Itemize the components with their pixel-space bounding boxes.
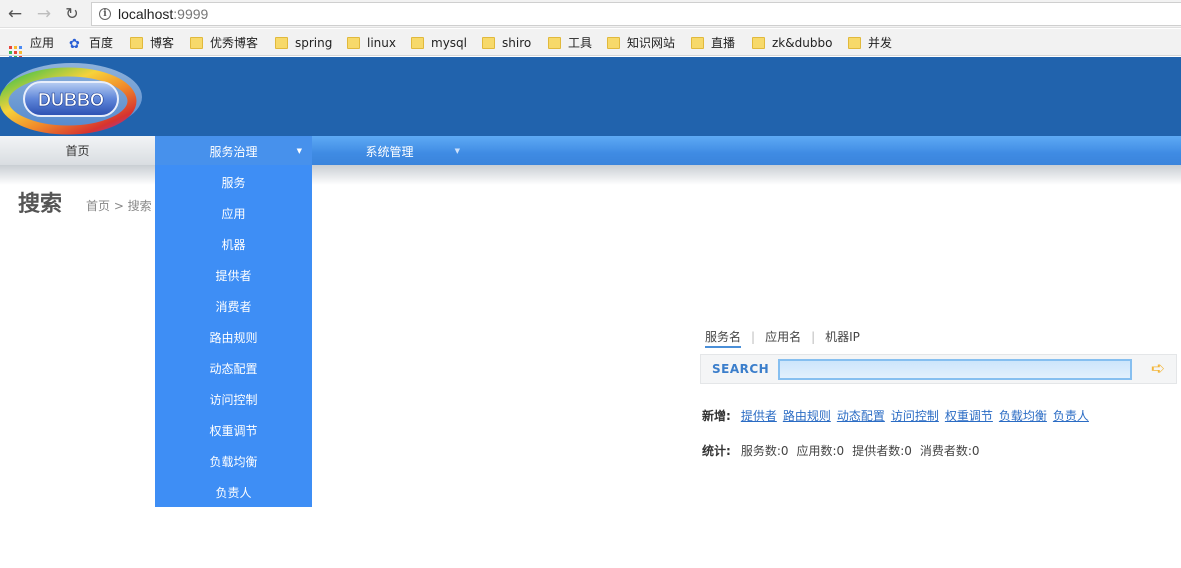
stats-row: 统计: 服务数:0 应用数:0 提供者数:0 消费者数:0 [702,442,988,459]
page-title: 搜索 [18,192,63,217]
service-governance-dropdown: 服务 应用 机器 提供者 消费者 路由规则 动态配置 访问控制 权重调节 负载均… [155,165,312,507]
bookmark-folder[interactable]: zk&dubbo [752,35,832,51]
back-arrow-icon[interactable]: ← [4,3,26,25]
caret-down-icon: ▼ [296,147,302,155]
bookmark-folder[interactable]: 优秀博客 [190,35,258,51]
stat-service-count: 服务数:0 [740,444,789,458]
baidu-paw-icon: ✿ [69,37,80,52]
folder-icon [482,37,495,49]
search-box: SEARCH ➪ [700,354,1177,384]
url-host: localhost [118,6,174,22]
bookmark-folder[interactable]: shiro [482,35,531,51]
caret-down-icon: ▼ [454,147,460,155]
dropdown-item-load-balance[interactable]: 负载均衡 [155,447,312,478]
dropdown-item-access-control[interactable]: 访问控制 [155,385,312,416]
add-row: 新增: 提供者 路由规则 动态配置 访问控制 权重调节 负载均衡 负责人 [702,407,1095,424]
dropdown-item-weight-adjust[interactable]: 权重调节 [155,416,312,447]
search-label: SEARCH [712,362,770,376]
bookmark-folder[interactable]: 并发 [848,35,892,51]
bookmark-label: 工具 [568,36,593,50]
bookmark-folder[interactable]: mysql [411,35,467,51]
reload-icon[interactable]: ↻ [61,3,83,25]
dropdown-item-dynamic-config[interactable]: 动态配置 [155,354,312,385]
search-tabs: 服务名 | 应用名 | 机器IP [705,328,860,348]
folder-icon [411,37,424,49]
stat-application-count: 应用数:0 [796,444,845,458]
address-bar[interactable]: i localhost:9999 [91,2,1181,26]
stat-consumer-count: 消费者数:0 [919,444,980,458]
add-link-weight-adjust[interactable]: 权重调节 [945,409,993,423]
dropdown-item-route-rule[interactable]: 路由规则 [155,323,312,354]
bookmark-label: mysql [431,36,467,50]
folder-icon [130,37,143,49]
logo-text: DUBBO [38,90,104,110]
bookmark-folder[interactable]: 博客 [130,35,174,51]
bookmark-label: 知识网站 [627,36,676,50]
header-band [0,57,1181,136]
search-arrow-icon[interactable]: ➪ [1147,360,1169,378]
menu-home[interactable]: 首页 [0,136,155,165]
add-link-load-balance[interactable]: 负载均衡 [999,409,1047,423]
bookmark-apps[interactable]: 应用 [9,35,55,59]
folder-icon [190,37,203,49]
forward-arrow-icon[interactable]: → [33,3,55,25]
dropdown-item-provider[interactable]: 提供者 [155,261,312,292]
folder-icon [752,37,765,49]
tab-service-name[interactable]: 服务名 [705,328,742,348]
tab-separator: | [811,330,816,344]
stat-provider-count: 提供者数:0 [852,444,912,458]
bookmark-label: shiro [502,36,532,50]
bookmark-folder[interactable]: linux [347,35,396,51]
add-link-dynamic-config[interactable]: 动态配置 [837,409,885,423]
menu-system-management-label: 系统管理 [365,145,414,159]
url-port: :9999 [173,6,209,22]
folder-icon [607,37,620,49]
breadcrumb[interactable]: 首页 > 搜索 [86,197,152,214]
bookmark-label: 应用 [30,36,55,50]
add-link-provider[interactable]: 提供者 [741,409,777,423]
bookmark-label: 并发 [868,36,893,50]
bookmark-folder[interactable]: spring [275,35,332,51]
add-label: 新增: [702,409,731,423]
bookmark-label: 优秀博客 [210,36,259,50]
add-link-route-rule[interactable]: 路由规则 [783,409,831,423]
dubbo-logo[interactable]: DUBBO [0,60,145,135]
info-icon[interactable]: i [99,8,111,20]
menu-service-governance[interactable]: 服务治理 ▼ [155,136,312,165]
folder-icon [347,37,360,49]
dropdown-item-service[interactable]: 服务 [155,168,312,199]
tab-separator: | [751,330,756,344]
dropdown-item-machine[interactable]: 机器 [155,230,312,261]
add-link-access-control[interactable]: 访问控制 [891,409,939,423]
bookmark-label: zk&dubbo [772,36,833,50]
search-input[interactable] [778,359,1132,380]
browser-toolbar: ← → ↻ i localhost:9999 [0,0,1181,28]
dropdown-item-owner[interactable]: 负责人 [155,478,312,509]
folder-icon [548,37,561,49]
dropdown-item-consumer[interactable]: 消费者 [155,292,312,323]
bookmark-label: 百度 [89,36,114,50]
url-text[interactable]: localhost:9999 [118,6,208,22]
bookmark-label: 博客 [150,36,175,50]
bookmark-folder[interactable]: 知识网站 [607,35,675,51]
folder-icon [275,37,288,49]
bookmark-label: spring [295,36,333,50]
bookmark-bar: 应用 ✿ 百度 博客 优秀博客 spring linux mysql shiro … [0,29,1181,59]
folder-icon [848,37,861,49]
bookmark-label: linux [367,36,396,50]
bookmark-baidu[interactable]: ✿ 百度 [69,35,114,52]
bookmark-folder[interactable]: 直播 [691,35,735,51]
tab-machine-ip[interactable]: 机器IP [825,328,860,345]
bookmark-label: 直播 [711,36,736,50]
dropdown-item-application[interactable]: 应用 [155,199,312,230]
tab-application-name[interactable]: 应用名 [765,328,801,345]
add-link-owner[interactable]: 负责人 [1053,409,1089,423]
folder-icon [691,37,704,49]
bookmark-folder[interactable]: 工具 [548,35,592,51]
stats-label: 统计: [702,444,731,458]
menu-service-governance-label: 服务治理 [209,145,258,159]
menu-system-management[interactable]: 系统管理 ▼ [312,136,467,165]
